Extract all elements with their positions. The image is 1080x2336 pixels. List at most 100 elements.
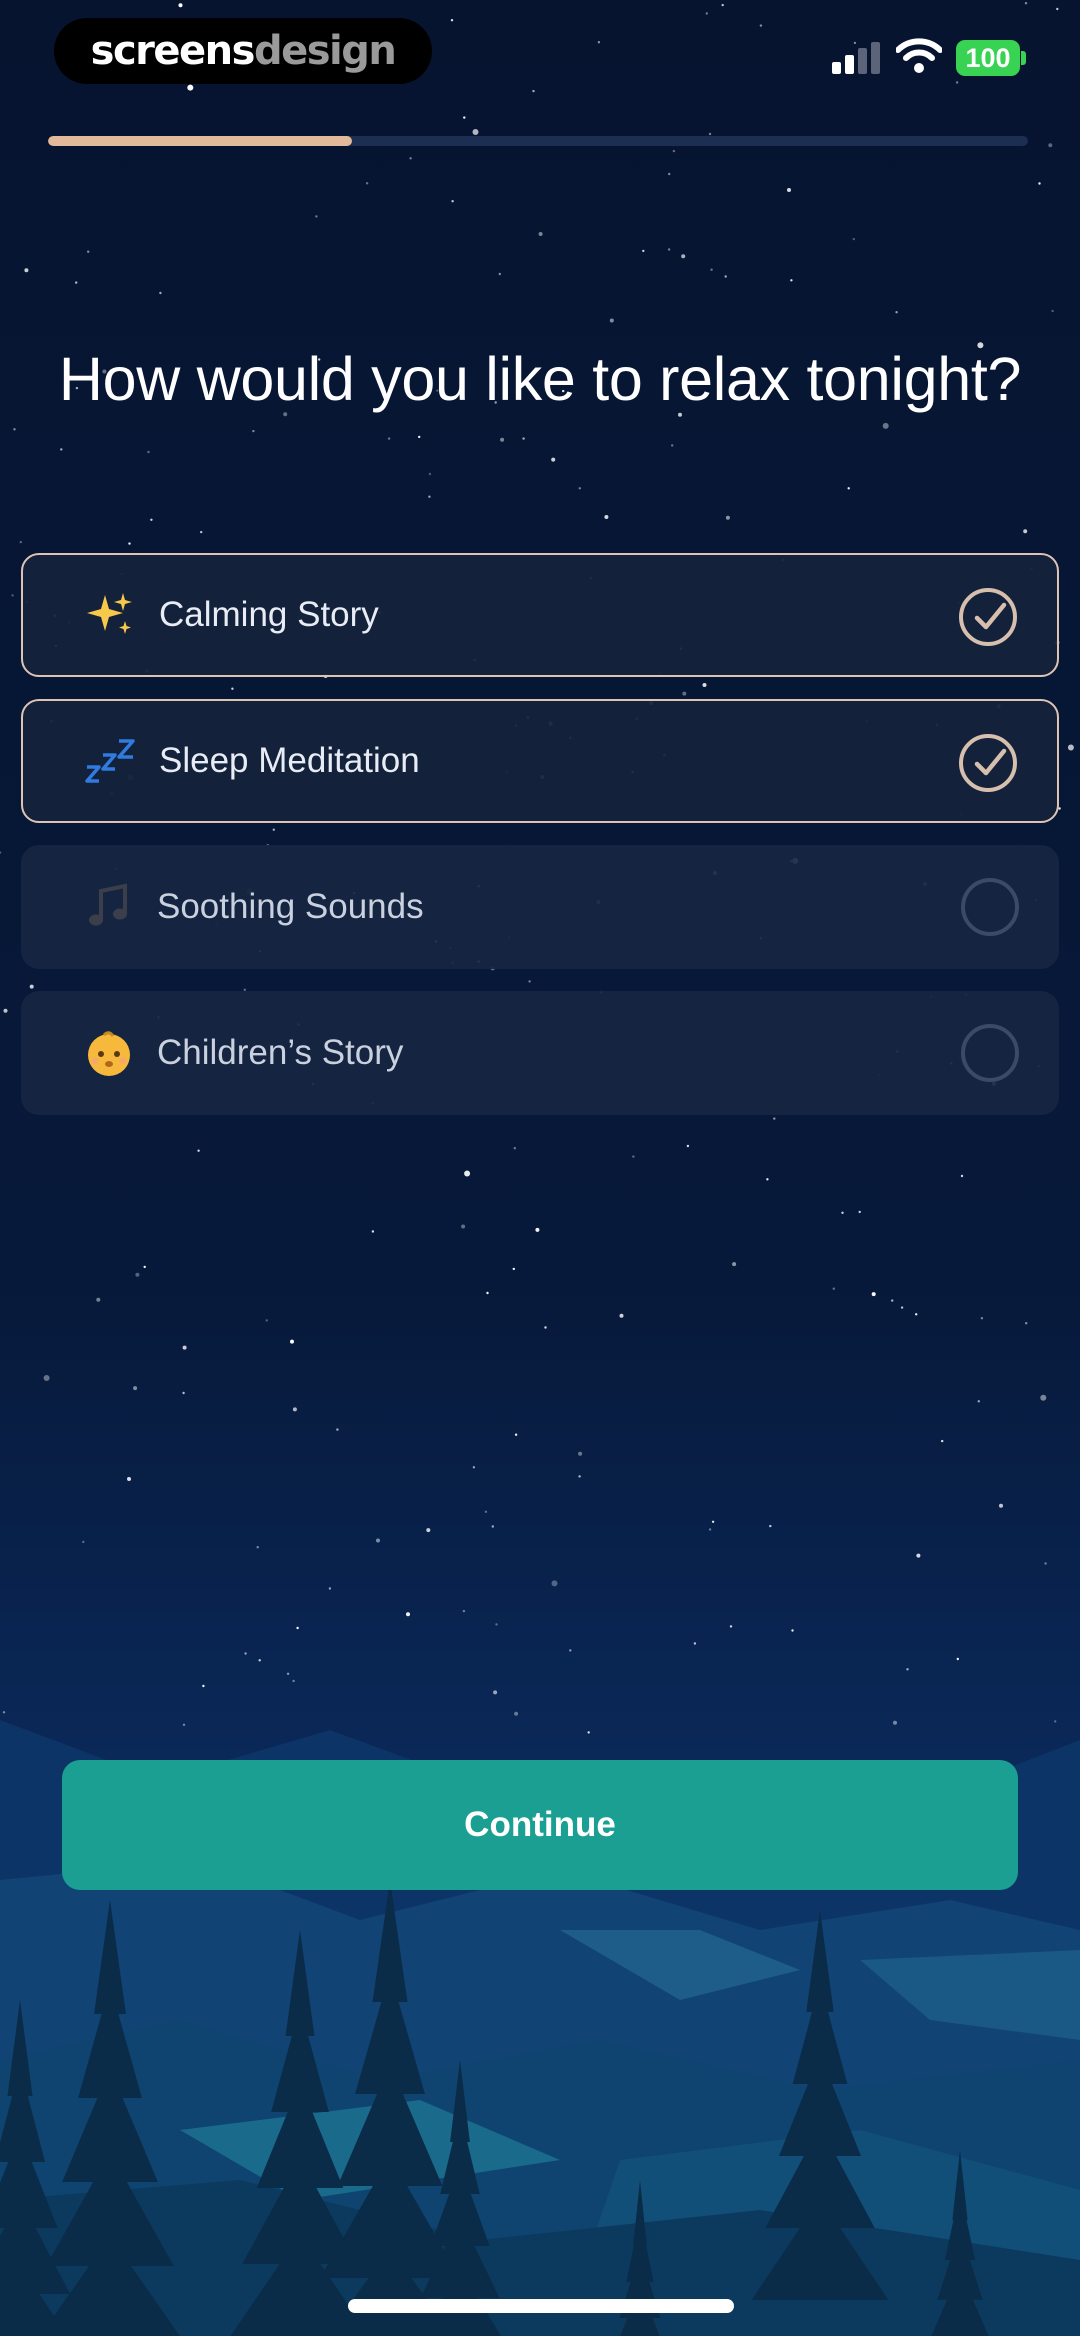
star	[182, 1723, 186, 1727]
star	[315, 215, 318, 218]
star	[721, 3, 724, 7]
star	[486, 1291, 489, 1295]
star	[418, 435, 421, 439]
star	[724, 275, 727, 278]
star	[681, 254, 686, 259]
star	[999, 1503, 1003, 1508]
brand-logo-part2: design	[253, 28, 397, 74]
star	[732, 1262, 737, 1267]
star	[495, 1623, 498, 1626]
star	[484, 1510, 488, 1514]
star	[127, 1477, 131, 1481]
star	[916, 1553, 921, 1558]
zzz-icon	[63, 701, 159, 821]
brand-logo-part1: screens	[90, 28, 256, 74]
star	[292, 1679, 295, 1683]
star	[143, 1265, 146, 1269]
star	[852, 237, 855, 241]
star	[286, 1672, 290, 1676]
star	[500, 437, 505, 442]
star	[1048, 143, 1053, 148]
star	[187, 84, 194, 91]
star	[604, 515, 609, 519]
star	[498, 272, 501, 276]
battery-cap	[1021, 51, 1026, 65]
star	[256, 1546, 259, 1549]
star	[1054, 1720, 1057, 1723]
option-childrens-story[interactable]: Children’s Story	[21, 991, 1059, 1115]
star	[672, 149, 676, 153]
option-label: Children’s Story	[157, 1033, 404, 1072]
star	[729, 1625, 733, 1628]
star	[906, 1668, 909, 1671]
star	[493, 1690, 498, 1695]
star	[671, 444, 674, 447]
option-sleep-meditation[interactable]: Sleep Meditation	[21, 699, 1059, 823]
star	[13, 428, 16, 431]
star	[895, 311, 898, 314]
star	[258, 1659, 261, 1662]
star	[977, 1400, 980, 1403]
star	[642, 249, 645, 253]
star	[406, 1612, 410, 1617]
star	[1044, 1562, 1047, 1565]
star	[769, 1524, 772, 1528]
star	[290, 1339, 294, 1344]
star	[462, 1609, 466, 1613]
star	[1025, 1322, 1028, 1325]
option-soothing-sounds[interactable]: Soothing Sounds	[21, 845, 1059, 969]
checkmark-circle-icon	[959, 588, 1017, 646]
home-indicator	[348, 2299, 734, 2313]
star	[336, 1428, 339, 1431]
option-calming-story[interactable]: Calming Story	[21, 553, 1059, 677]
star	[96, 1297, 101, 1302]
star	[252, 429, 255, 433]
star	[463, 116, 466, 119]
star	[597, 41, 601, 44]
star	[296, 1626, 299, 1630]
star	[197, 1149, 200, 1152]
star	[451, 200, 454, 203]
star	[464, 1170, 471, 1177]
star	[202, 1684, 205, 1688]
star	[512, 1267, 515, 1271]
question-title: How would you like to relax tonight?	[58, 345, 1022, 413]
star	[682, 691, 687, 696]
empty-circle-icon	[961, 1024, 1019, 1082]
star	[708, 132, 712, 136]
onboarding-progress-bar	[48, 136, 1028, 146]
continue-button[interactable]: Continue	[62, 1760, 1018, 1890]
star	[544, 1326, 547, 1329]
star	[491, 1525, 494, 1528]
star	[609, 318, 614, 323]
star	[19, 540, 22, 544]
star	[569, 1649, 572, 1652]
star	[371, 1230, 375, 1233]
star	[578, 1451, 583, 1456]
star	[1067, 744, 1074, 751]
star	[900, 1306, 904, 1309]
star	[941, 1439, 944, 1443]
star	[832, 1287, 835, 1290]
cellular-signal-icon	[832, 42, 880, 74]
star	[578, 487, 581, 490]
star	[587, 1731, 590, 1734]
star	[328, 1587, 332, 1590]
baby-face-icon	[61, 991, 157, 1115]
star	[773, 1117, 776, 1120]
star	[150, 518, 153, 521]
option-label: Sleep Meditation	[159, 741, 420, 780]
star	[915, 1313, 918, 1316]
progress-fill	[48, 136, 352, 146]
star	[1051, 309, 1054, 313]
star	[619, 1313, 624, 1318]
star	[759, 24, 763, 27]
star	[200, 530, 203, 534]
star	[791, 1629, 794, 1632]
star	[960, 1174, 964, 1178]
star	[980, 1317, 984, 1320]
star	[551, 1580, 558, 1587]
star	[43, 1375, 50, 1381]
sparkles-icon	[63, 555, 159, 675]
star	[1040, 1394, 1047, 1401]
